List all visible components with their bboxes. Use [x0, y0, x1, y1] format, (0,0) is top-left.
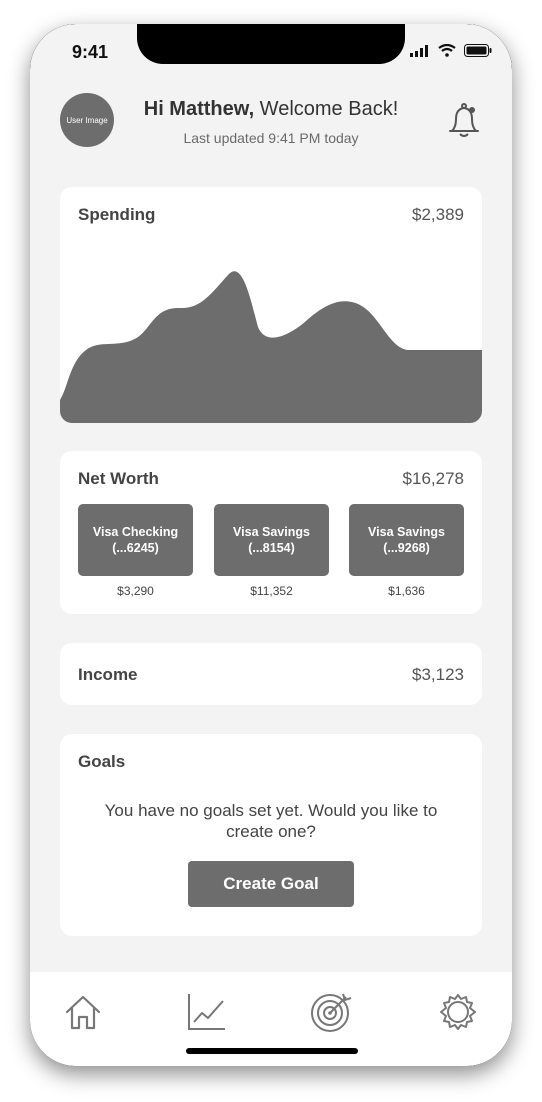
- net-worth-title: Net Worth: [78, 469, 159, 488]
- account-number: (...9268): [383, 541, 430, 555]
- income-amount: $3,123: [412, 665, 464, 684]
- spending-chart: [60, 271, 482, 423]
- net-worth-amount: $16,278: [402, 469, 464, 488]
- account-balance: $11,352: [250, 584, 293, 598]
- account-number: (...6245): [112, 541, 159, 555]
- account-balance: $1,636: [388, 584, 425, 598]
- income-card[interactable]: Income $3,123: [60, 643, 482, 705]
- battery-icon: [464, 44, 492, 57]
- tab-settings[interactable]: [436, 990, 480, 1034]
- account-name: Visa Checking: [92, 525, 179, 539]
- status-time: 9:41: [72, 42, 109, 62]
- spending-card[interactable]: Spending $2,389: [60, 187, 482, 423]
- account-balance: $3,290: [117, 584, 154, 598]
- home-indicator[interactable]: [186, 1048, 358, 1054]
- chart-icon: [188, 994, 225, 1030]
- account-name: Visa Savings: [233, 525, 310, 539]
- account-tile-visa-savings-8154[interactable]: Visa Savings (...8154): [214, 504, 329, 576]
- greeting-text: Welcome Back!: [254, 98, 399, 120]
- income-title: Income: [78, 665, 138, 684]
- tab-goals[interactable]: [309, 990, 353, 1034]
- account-name: Visa Savings: [368, 525, 445, 539]
- tab-spending[interactable]: [184, 990, 228, 1034]
- phone-frame: 9:41 User Image Hi Matthew, Welcome Back…: [30, 24, 512, 1066]
- create-goal-button[interactable]: Create Goal: [188, 861, 354, 907]
- account-tile-visa-checking-6245[interactable]: Visa Checking (...6245): [78, 504, 193, 576]
- account-number: (...8154): [248, 541, 295, 555]
- tab-home[interactable]: [61, 990, 105, 1034]
- goals-card: Goals You have no goals set yet. Would y…: [60, 734, 482, 936]
- gear-icon: [440, 994, 476, 1030]
- bell-icon[interactable]: [446, 100, 482, 140]
- home-icon: [65, 995, 101, 1030]
- signal-icon: [410, 44, 428, 57]
- greeting: Hi Matthew, Welcome Back!: [110, 98, 432, 121]
- goals-title: Goals: [78, 752, 126, 771]
- greeting-name: Hi Matthew,: [143, 98, 255, 120]
- screen: 9:41 User Image Hi Matthew, Welcome Back…: [30, 24, 512, 1066]
- notch: [137, 24, 405, 64]
- net-worth-card[interactable]: Net Worth $16,278 Visa Checking (...6245…: [60, 451, 482, 614]
- last-updated: Last updated 9:41 PM today: [183, 130, 359, 146]
- wifi-icon: [438, 44, 456, 57]
- target-icon: [311, 993, 352, 1032]
- account-tile-visa-savings-9268[interactable]: Visa Savings (...9268): [349, 504, 464, 576]
- avatar[interactable]: User Image: [60, 93, 114, 147]
- goals-empty-message: You have no goals set yet. Would you lik…: [104, 801, 438, 841]
- status-icons: [410, 44, 492, 57]
